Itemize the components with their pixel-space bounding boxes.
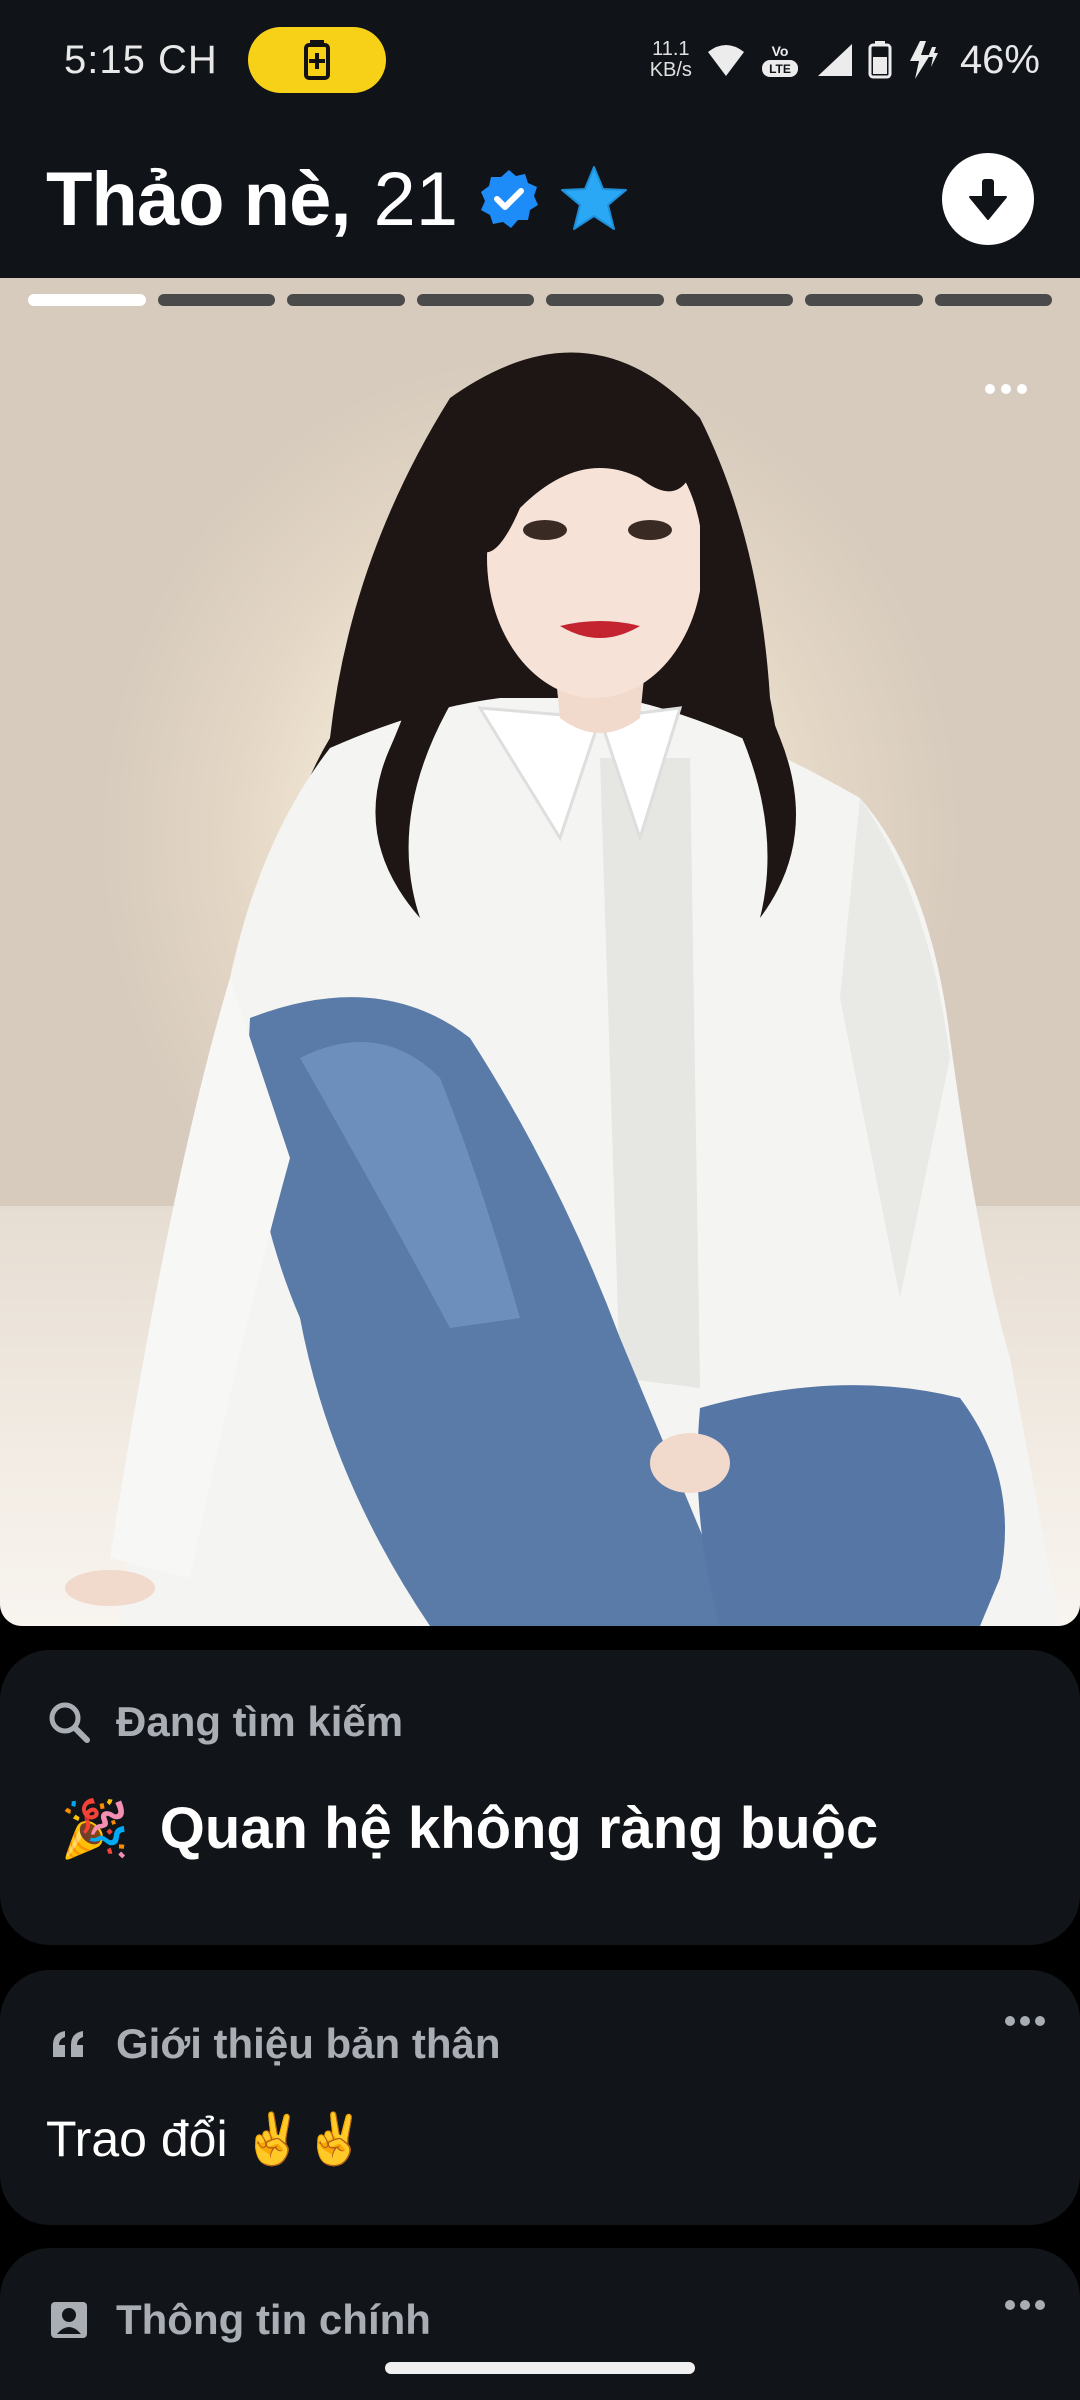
photo-progress-segment[interactable] xyxy=(675,294,793,306)
collapse-profile-button[interactable] xyxy=(942,153,1034,245)
person-illustration xyxy=(65,352,1060,1626)
main-info-heading: Thông tin chính xyxy=(46,2296,431,2344)
svg-text:LTE: LTE xyxy=(769,62,791,76)
status-time: 5:15 CH xyxy=(64,37,218,82)
main-info-label: Thông tin chính xyxy=(116,2296,431,2343)
looking-for-text: Quan hệ không ràng buộc xyxy=(159,1796,879,1861)
contact-card-icon xyxy=(46,2297,92,2343)
photo-progress xyxy=(28,294,1052,306)
looking-for-label: Đang tìm kiếm xyxy=(116,1698,404,1745)
charging-icon xyxy=(909,41,938,79)
bio-more-icon[interactable] xyxy=(1004,2014,1046,2028)
bio-text: Trao đổi ✌️✌️ xyxy=(46,2111,366,2167)
profile-screen: 5:15 CH 11.1 KB/s Vo LTE 46% Thảo nè , 2… xyxy=(0,0,1080,2400)
search-icon xyxy=(46,1699,92,1745)
photo-progress-segment[interactable] xyxy=(157,294,275,306)
svg-text:Vo: Vo xyxy=(772,43,789,59)
photo-progress-segment[interactable] xyxy=(416,294,534,306)
net-speed-value: 11.1 xyxy=(652,38,690,60)
status-icons: 11.1 KB/s Vo LTE 46% xyxy=(650,38,1040,83)
net-speed: 11.1 KB/s xyxy=(650,39,692,81)
photo-progress-segment[interactable] xyxy=(934,294,1052,306)
profile-age: 21 xyxy=(373,156,459,242)
bio-card: Giới thiệu bản thân Trao đổi ✌️✌️ xyxy=(0,1970,1080,2225)
looking-for-heading: Đang tìm kiếm xyxy=(46,1698,403,1746)
verified-icon[interactable] xyxy=(478,168,540,230)
profile-photo[interactable] xyxy=(0,278,1080,1626)
quote-icon xyxy=(46,2021,92,2067)
photo-progress-segment[interactable] xyxy=(287,294,405,306)
main-info-card: Thông tin chính xyxy=(0,2248,1080,2400)
photo-progress-segment[interactable] xyxy=(805,294,923,306)
star-icon[interactable] xyxy=(558,163,630,235)
name-separator: , xyxy=(330,156,352,242)
looking-for-card: Đang tìm kiếm 🎉 Quan hệ không ràng buộc xyxy=(0,1650,1080,1945)
wifi-icon xyxy=(707,45,744,76)
volte-icon: Vo LTE xyxy=(761,43,798,77)
main-info-more-icon[interactable] xyxy=(1004,2298,1046,2312)
net-speed-unit: KB/s xyxy=(649,59,692,81)
bio-label: Giới thiệu bản thân xyxy=(116,2020,501,2067)
signal-icon xyxy=(817,44,852,76)
status-bar: 5:15 CH 11.1 KB/s Vo LTE 46% xyxy=(0,0,1080,120)
battery-icon xyxy=(868,41,892,79)
profile-header: Thảo nè, 21 xyxy=(0,120,1080,278)
home-indicator[interactable] xyxy=(385,2362,695,2374)
profile-name: Thảo nè xyxy=(46,156,331,242)
battery-percent: 46% xyxy=(959,37,1040,82)
photo-progress-segment[interactable] xyxy=(28,294,146,306)
bio-heading: Giới thiệu bản thân xyxy=(46,2020,501,2068)
more-horizontal-icon[interactable] xyxy=(984,382,1028,396)
arrow-down-icon xyxy=(969,179,1007,220)
looking-for-value: 🎉 Quan hệ không ràng buộc xyxy=(60,1795,878,1862)
battery-saver-icon xyxy=(247,27,386,93)
photo-progress-segment[interactable] xyxy=(546,294,664,306)
party-popper-icon: 🎉 xyxy=(60,1796,130,1860)
